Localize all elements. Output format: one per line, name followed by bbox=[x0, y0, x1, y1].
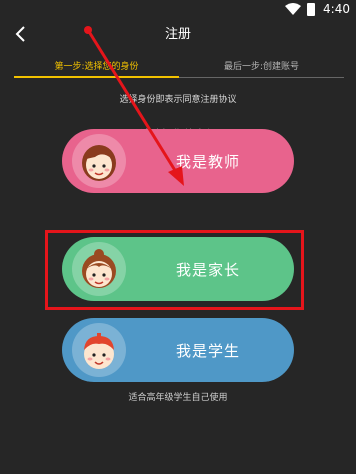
app-bar: 注册 bbox=[0, 18, 356, 54]
student-avatar bbox=[72, 323, 126, 377]
status-time: 4:40 bbox=[323, 2, 350, 16]
teacher-role-button[interactable]: 我是教师 bbox=[62, 129, 294, 193]
battery-icon bbox=[307, 2, 316, 16]
tab-step-1[interactable]: 第一步:选择您的身份 bbox=[14, 58, 179, 78]
agreement-notice: 选择身份即表示同意注册协议 bbox=[119, 95, 237, 105]
highlight-box bbox=[45, 230, 304, 310]
teacher-avatar bbox=[72, 134, 126, 188]
tab-step-2[interactable]: 最后一步:创建账号 bbox=[179, 58, 344, 78]
teacher-role-label: 我是教师 bbox=[175, 152, 240, 171]
wifi-icon bbox=[285, 3, 302, 15]
teacher-face-icon bbox=[82, 145, 116, 181]
student-note: 适合高年级学生自己使用 bbox=[128, 393, 228, 403]
student-role-label: 我是学生 bbox=[175, 341, 240, 360]
status-bar: 4:40 bbox=[0, 0, 356, 18]
step-tabs: 第一步:选择您的身份 最后一步:创建账号 bbox=[14, 58, 344, 78]
student-face-icon bbox=[84, 333, 114, 369]
student-role-button[interactable]: 我是学生 bbox=[62, 318, 294, 382]
page-title: 注册 bbox=[164, 27, 191, 42]
